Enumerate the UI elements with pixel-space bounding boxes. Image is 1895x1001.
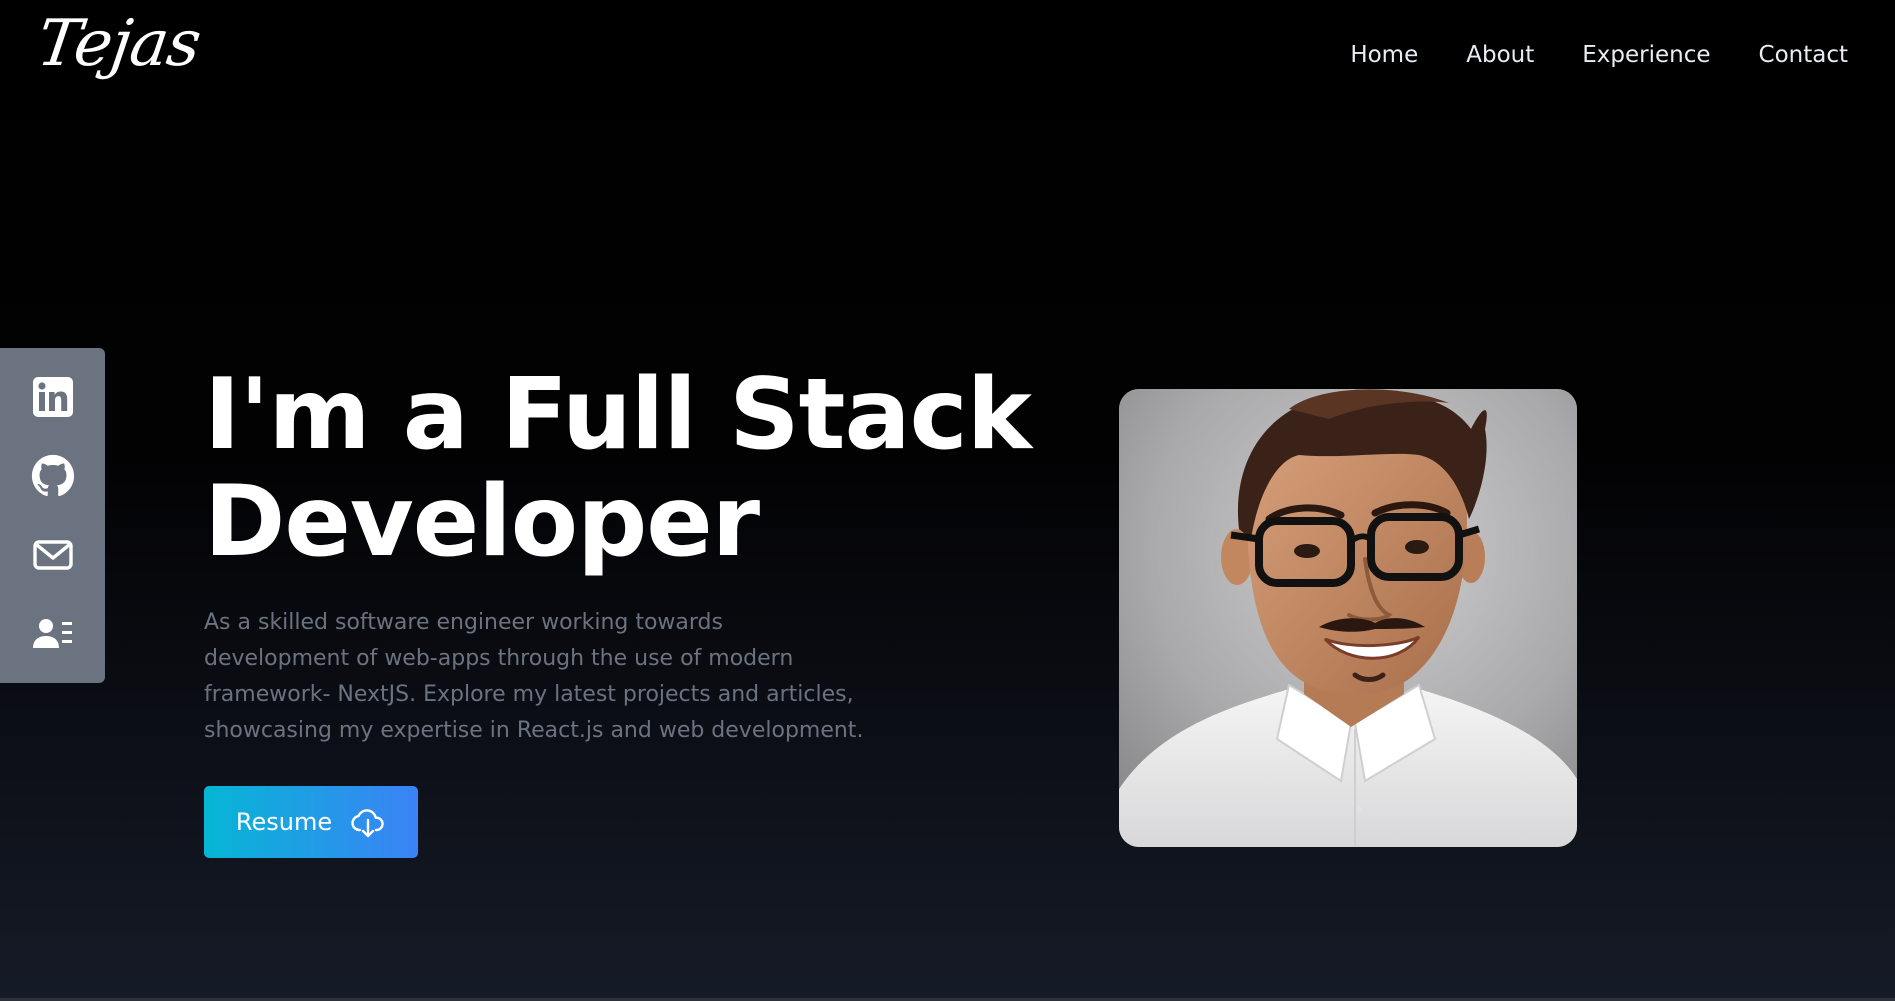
site-logo[interactable]: Tejas <box>33 7 205 81</box>
hero-description-line: showcasing my expertise in React.js and … <box>204 718 864 743</box>
nav-contact[interactable]: Contact <box>1759 42 1848 68</box>
github-icon <box>31 455 74 497</box>
profile-photo <box>1119 389 1577 847</box>
contact-card-link[interactable] <box>30 611 76 657</box>
github-link[interactable] <box>30 453 76 499</box>
portrait-illustration <box>1119 389 1577 847</box>
hero-headline: I'm a Full Stack Developer <box>204 358 1032 579</box>
linkedin-link[interactable] <box>30 374 76 420</box>
resume-button[interactable]: Resume <box>204 786 418 858</box>
hero-description-line: As a skilled software engineer working t… <box>204 610 723 635</box>
nav-home[interactable]: Home <box>1350 42 1418 68</box>
resume-button-label: Resume <box>235 808 333 836</box>
contact-card-icon <box>32 618 72 648</box>
email-link[interactable] <box>30 532 76 578</box>
nav-about[interactable]: About <box>1466 42 1534 68</box>
hero-description: As a skilled software engineer working t… <box>204 605 884 749</box>
main-nav: Home About Experience Contact <box>1350 42 1848 68</box>
linkedin-icon <box>32 377 73 418</box>
hero-description-line: framework- NextJS. Explore my latest pro… <box>204 682 854 707</box>
nav-experience[interactable]: Experience <box>1582 42 1710 68</box>
hero-headline-line: I'm a Full Stack <box>204 358 1032 472</box>
cloud-download-icon <box>351 809 384 838</box>
hero-description-line: development of web-apps through the use … <box>204 646 794 671</box>
mail-icon <box>32 540 73 570</box>
hero-headline-line: Developer <box>204 465 760 579</box>
social-sidebar <box>0 348 105 683</box>
